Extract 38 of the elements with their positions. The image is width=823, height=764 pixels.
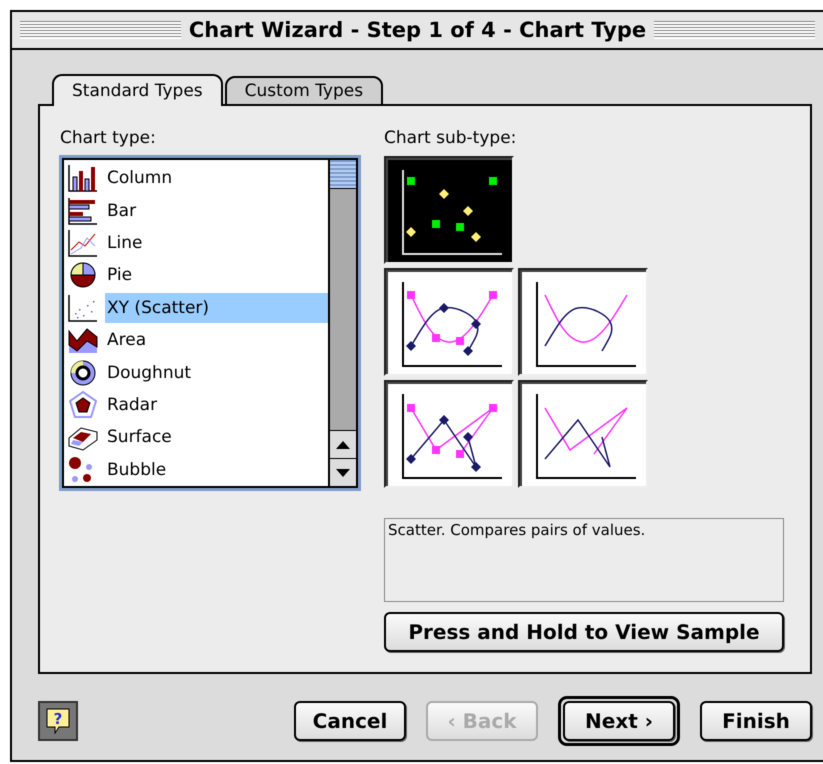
list-item[interactable]: Radar bbox=[105, 390, 328, 420]
tab[interactable]: Standard Types bbox=[52, 74, 223, 106]
list-item[interactable]: Line bbox=[105, 228, 328, 258]
down-arrow-icon bbox=[336, 468, 350, 476]
sub-type-option[interactable] bbox=[384, 380, 514, 488]
list-item[interactable]: Surface bbox=[105, 422, 328, 452]
dialog-button[interactable]: Cancel bbox=[294, 701, 406, 741]
help-balloon-icon: ? bbox=[45, 707, 71, 735]
sub-type-option[interactable] bbox=[518, 268, 648, 376]
sub-type-option[interactable] bbox=[518, 380, 648, 488]
list-item[interactable]: Area bbox=[105, 325, 328, 356]
scroll-up-button[interactable] bbox=[330, 430, 356, 458]
chart-type-label: Chart type: bbox=[60, 128, 157, 148]
window-title: Chart Wizard - Step 1 of 4 - Chart Type bbox=[188, 18, 646, 42]
scrollbar[interactable] bbox=[328, 160, 356, 486]
view-sample-button[interactable]: Press and Hold to View Sample bbox=[384, 612, 784, 652]
list-item[interactable]: Column bbox=[105, 163, 328, 194]
list-item[interactable]: XY (Scatter) bbox=[105, 292, 328, 323]
scatter-chart-icon bbox=[67, 292, 99, 323]
list-item[interactable]: Bubble bbox=[105, 454, 328, 485]
line-chart-icon bbox=[67, 228, 99, 258]
scroll-down-button[interactable] bbox=[330, 458, 356, 486]
description-text: Scatter. Compares pairs of values. bbox=[384, 518, 784, 602]
column-chart-icon bbox=[67, 163, 99, 194]
sub-type-option[interactable] bbox=[384, 268, 514, 376]
dialog-button[interactable]: Next › bbox=[563, 701, 675, 741]
sub-type-option[interactable] bbox=[384, 156, 514, 264]
radar-chart-icon bbox=[67, 390, 99, 420]
chart-sub-type-label: Chart sub-type: bbox=[384, 128, 518, 148]
list-item[interactable]: Pie bbox=[105, 260, 328, 290]
list-item[interactable]: Bar bbox=[105, 196, 328, 226]
up-arrow-icon bbox=[336, 440, 350, 448]
list-item[interactable]: Doughnut bbox=[105, 358, 328, 388]
dialog-button[interactable]: Finish bbox=[700, 701, 812, 741]
scroll-thumb[interactable] bbox=[330, 160, 356, 189]
tab[interactable]: Custom Types bbox=[224, 76, 384, 106]
help-button[interactable]: ? bbox=[38, 701, 78, 741]
bar-chart-icon bbox=[67, 196, 99, 226]
